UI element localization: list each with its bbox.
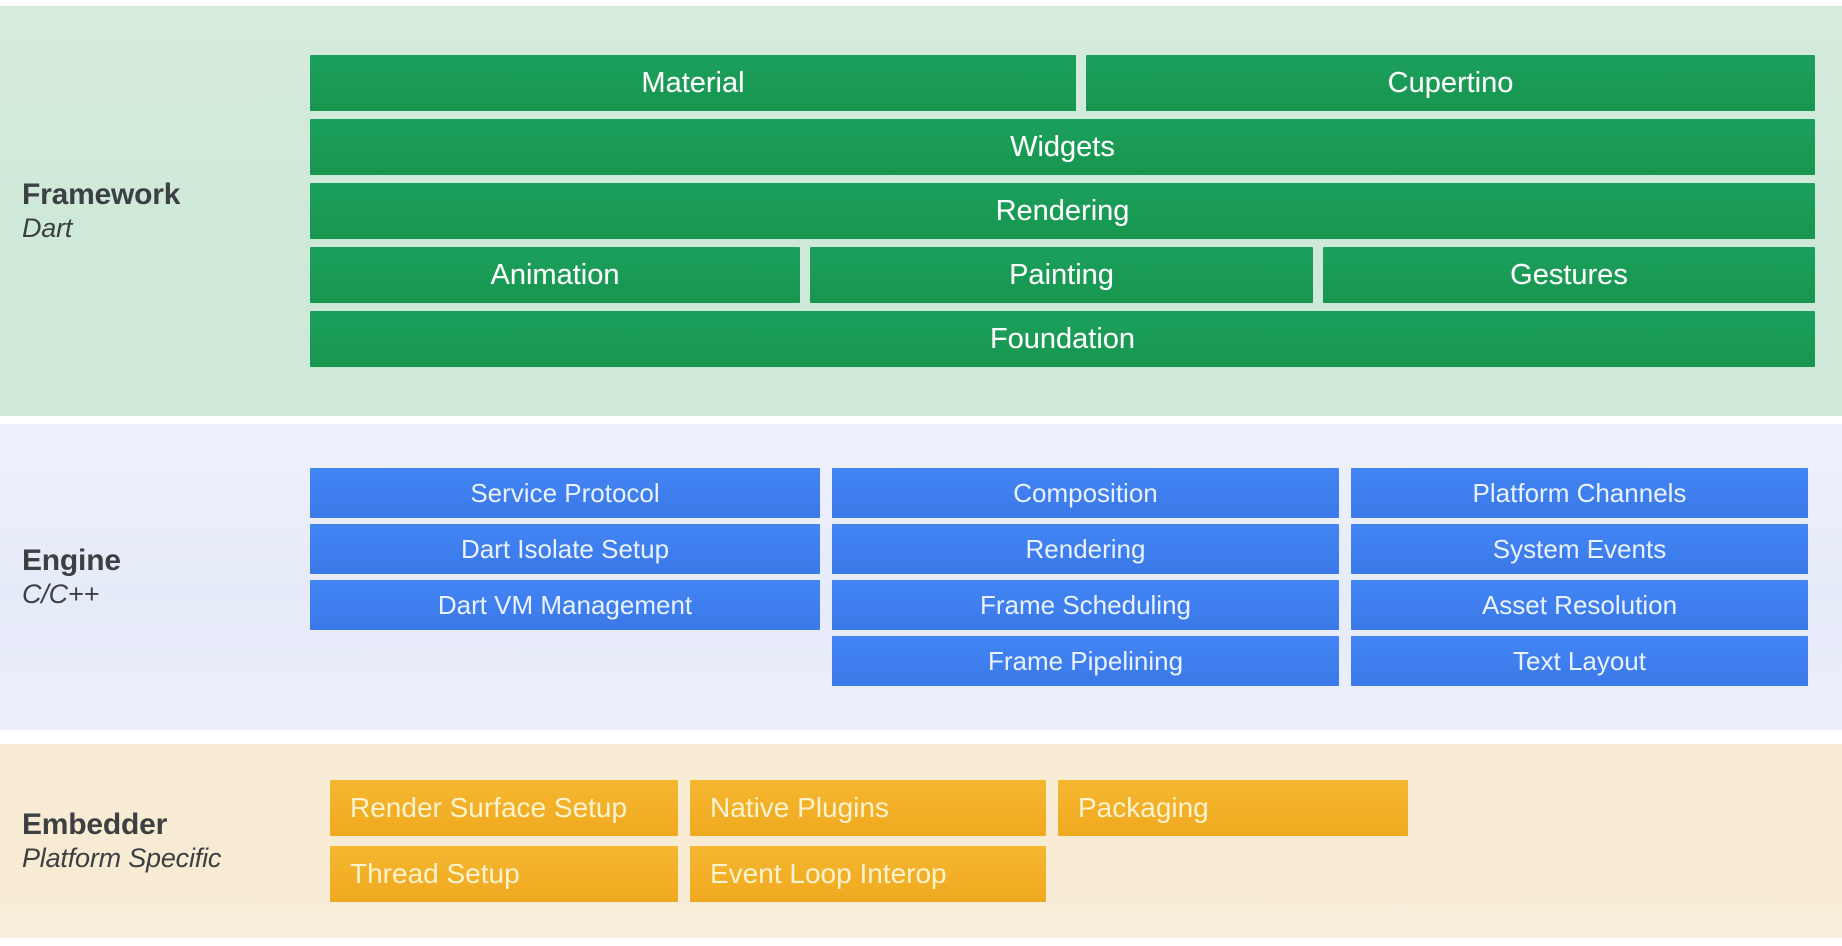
- engine-row-2: Dart Isolate Setup Rendering System Even…: [310, 524, 1808, 574]
- engine-blocks: Service Protocol Composition Platform Ch…: [310, 468, 1842, 686]
- block-system-events[interactable]: System Events: [1351, 524, 1808, 574]
- block-packaging[interactable]: Packaging: [1058, 780, 1408, 836]
- block-frame-pipelining[interactable]: Frame Pipelining: [832, 636, 1339, 686]
- framework-row-1: Material Cupertino: [310, 55, 1815, 111]
- layer-framework-label: Framework Dart: [0, 177, 310, 244]
- embedder-row-2: Thread Setup Event Loop Interop: [330, 846, 1842, 902]
- block-render-surface-setup[interactable]: Render Surface Setup: [330, 780, 678, 836]
- block-platform-channels[interactable]: Platform Channels: [1351, 468, 1808, 518]
- block-widgets[interactable]: Widgets: [310, 119, 1815, 175]
- layer-engine: Engine C/C++ Service Protocol Compositio…: [0, 424, 1842, 730]
- layer-embedder: Embedder Platform Specific Render Surfac…: [0, 744, 1842, 938]
- block-thread-setup[interactable]: Thread Setup: [330, 846, 678, 902]
- block-cupertino[interactable]: Cupertino: [1086, 55, 1815, 111]
- block-dart-vm-management[interactable]: Dart VM Management: [310, 580, 820, 630]
- block-foundation[interactable]: Foundation: [310, 311, 1815, 367]
- block-asset-resolution[interactable]: Asset Resolution: [1351, 580, 1808, 630]
- framework-row-4: Animation Painting Gestures: [310, 247, 1815, 303]
- block-gestures[interactable]: Gestures: [1323, 247, 1815, 303]
- framework-row-2: Widgets: [310, 119, 1815, 175]
- layer-framework-subtitle: Dart: [22, 212, 73, 243]
- layer-engine-title: Engine: [22, 544, 121, 578]
- engine-row-1: Service Protocol Composition Platform Ch…: [310, 468, 1808, 518]
- framework-row-3: Rendering: [310, 183, 1815, 239]
- block-engine-spacer: [310, 636, 820, 686]
- framework-row-5: Foundation: [310, 311, 1815, 367]
- block-dart-isolate-setup[interactable]: Dart Isolate Setup: [310, 524, 820, 574]
- block-material[interactable]: Material: [310, 55, 1076, 111]
- block-animation[interactable]: Animation: [310, 247, 800, 303]
- layer-engine-label: Engine C/C++: [0, 543, 310, 610]
- flutter-architecture-diagram: Framework Dart Material Cupertino Widget…: [0, 0, 1842, 946]
- framework-blocks: Material Cupertino Widgets Rendering Ani…: [310, 55, 1842, 367]
- layer-engine-subtitle: C/C++: [22, 578, 100, 609]
- block-native-plugins[interactable]: Native Plugins: [690, 780, 1046, 836]
- block-frame-scheduling[interactable]: Frame Scheduling: [832, 580, 1339, 630]
- engine-row-3: Dart VM Management Frame Scheduling Asse…: [310, 580, 1808, 630]
- layer-embedder-subtitle: Platform Specific: [22, 842, 222, 873]
- layer-framework-title: Framework: [22, 178, 181, 212]
- layer-framework: Framework Dart Material Cupertino Widget…: [0, 6, 1842, 416]
- block-rendering-framework[interactable]: Rendering: [310, 183, 1815, 239]
- embedder-blocks: Render Surface Setup Native Plugins Pack…: [330, 780, 1842, 902]
- block-service-protocol[interactable]: Service Protocol: [310, 468, 820, 518]
- block-rendering-engine[interactable]: Rendering: [832, 524, 1339, 574]
- block-painting[interactable]: Painting: [810, 247, 1313, 303]
- layer-embedder-title: Embedder: [22, 808, 168, 842]
- embedder-row-1: Render Surface Setup Native Plugins Pack…: [330, 780, 1842, 836]
- block-event-loop-interop[interactable]: Event Loop Interop: [690, 846, 1046, 902]
- engine-row-4: Frame Pipelining Text Layout: [310, 636, 1808, 686]
- block-text-layout[interactable]: Text Layout: [1351, 636, 1808, 686]
- block-composition[interactable]: Composition: [832, 468, 1339, 518]
- layer-embedder-label: Embedder Platform Specific: [0, 807, 330, 874]
